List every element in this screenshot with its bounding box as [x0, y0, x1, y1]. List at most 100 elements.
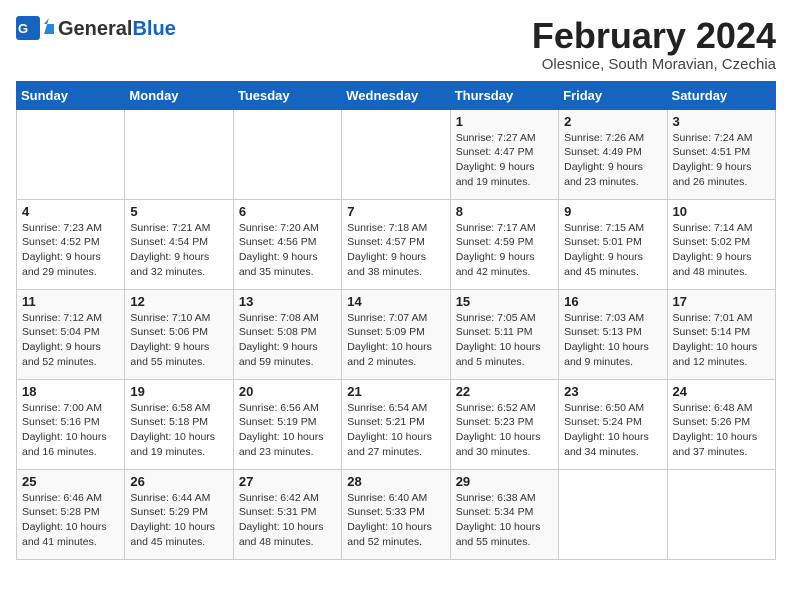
page-header: G GeneralBlue February 2024 Olesnice, So…	[16, 16, 776, 73]
day-number: 20	[239, 384, 336, 399]
day-number: 24	[673, 384, 770, 399]
table-row: 3 Sunrise: 7:24 AM Sunset: 4:51 PM Daylig…	[667, 109, 775, 199]
day-number: 26	[130, 474, 227, 489]
table-row: 11 Sunrise: 7:12 AM Sunset: 5:04 PM Dayli…	[17, 289, 125, 379]
day-info: Sunrise: 7:00 AM Sunset: 5:16 PM Dayligh…	[22, 401, 119, 460]
col-saturday: Saturday	[667, 81, 775, 109]
day-number: 14	[347, 294, 444, 309]
day-info: Sunrise: 7:07 AM Sunset: 5:09 PM Dayligh…	[347, 311, 444, 370]
calendar-week-row: 25 Sunrise: 6:46 AM Sunset: 5:28 PM Dayli…	[17, 469, 776, 559]
table-row: 26 Sunrise: 6:44 AM Sunset: 5:29 PM Dayli…	[125, 469, 233, 559]
day-info: Sunrise: 6:48 AM Sunset: 5:26 PM Dayligh…	[673, 401, 770, 460]
day-info: Sunrise: 6:44 AM Sunset: 5:29 PM Dayligh…	[130, 491, 227, 550]
col-tuesday: Tuesday	[233, 81, 341, 109]
table-row: 25 Sunrise: 6:46 AM Sunset: 5:28 PM Dayli…	[17, 469, 125, 559]
table-row: 2 Sunrise: 7:26 AM Sunset: 4:49 PM Daylig…	[559, 109, 667, 199]
table-row: 23 Sunrise: 6:50 AM Sunset: 5:24 PM Dayli…	[559, 379, 667, 469]
day-number: 21	[347, 384, 444, 399]
day-info: Sunrise: 7:24 AM Sunset: 4:51 PM Dayligh…	[673, 131, 770, 190]
table-row: 13 Sunrise: 7:08 AM Sunset: 5:08 PM Dayli…	[233, 289, 341, 379]
calendar-header-row: Sunday Monday Tuesday Wednesday Thursday…	[17, 81, 776, 109]
col-wednesday: Wednesday	[342, 81, 450, 109]
table-row: 19 Sunrise: 6:58 AM Sunset: 5:18 PM Dayli…	[125, 379, 233, 469]
day-info: Sunrise: 7:21 AM Sunset: 4:54 PM Dayligh…	[130, 221, 227, 280]
day-info: Sunrise: 7:01 AM Sunset: 5:14 PM Dayligh…	[673, 311, 770, 370]
table-row: 18 Sunrise: 7:00 AM Sunset: 5:16 PM Dayli…	[17, 379, 125, 469]
day-info: Sunrise: 7:10 AM Sunset: 5:06 PM Dayligh…	[130, 311, 227, 370]
day-number: 7	[347, 204, 444, 219]
day-number: 3	[673, 114, 770, 129]
col-friday: Friday	[559, 81, 667, 109]
day-number: 6	[239, 204, 336, 219]
col-sunday: Sunday	[17, 81, 125, 109]
day-number: 13	[239, 294, 336, 309]
calendar-week-row: 4 Sunrise: 7:23 AM Sunset: 4:52 PM Daylig…	[17, 199, 776, 289]
day-info: Sunrise: 7:15 AM Sunset: 5:01 PM Dayligh…	[564, 221, 661, 280]
table-row: 24 Sunrise: 6:48 AM Sunset: 5:26 PM Dayli…	[667, 379, 775, 469]
table-row: 22 Sunrise: 6:52 AM Sunset: 5:23 PM Dayli…	[450, 379, 558, 469]
day-number: 29	[456, 474, 553, 489]
col-thursday: Thursday	[450, 81, 558, 109]
table-row: 28 Sunrise: 6:40 AM Sunset: 5:33 PM Dayli…	[342, 469, 450, 559]
logo-blue: Blue	[132, 18, 175, 40]
table-row: 9 Sunrise: 7:15 AM Sunset: 5:01 PM Daylig…	[559, 199, 667, 289]
day-number: 4	[22, 204, 119, 219]
day-info: Sunrise: 6:50 AM Sunset: 5:24 PM Dayligh…	[564, 401, 661, 460]
day-number: 22	[456, 384, 553, 399]
svg-text:G: G	[18, 21, 28, 36]
table-row: 29 Sunrise: 6:38 AM Sunset: 5:34 PM Dayli…	[450, 469, 558, 559]
day-info: Sunrise: 7:27 AM Sunset: 4:47 PM Dayligh…	[456, 131, 553, 190]
day-number: 2	[564, 114, 661, 129]
calendar-week-row: 18 Sunrise: 7:00 AM Sunset: 5:16 PM Dayli…	[17, 379, 776, 469]
day-number: 8	[456, 204, 553, 219]
table-row: 16Sunrise: 7:03 AM Sunset: 5:13 PM Dayli…	[559, 289, 667, 379]
day-number: 17	[673, 294, 770, 309]
table-row: 27Sunrise: 6:42 AM Sunset: 5:31 PM Dayli…	[233, 469, 341, 559]
table-row	[233, 109, 341, 199]
logo-general: General	[58, 18, 132, 40]
calendar-week-row: 1 Sunrise: 7:27 AM Sunset: 4:47 PM Daylig…	[17, 109, 776, 199]
day-info: Sunrise: 6:58 AM Sunset: 5:18 PM Dayligh…	[130, 401, 227, 460]
day-number: 9	[564, 204, 661, 219]
day-number: 1	[456, 114, 553, 129]
day-info: Sunrise: 7:26 AM Sunset: 4:49 PM Dayligh…	[564, 131, 661, 190]
day-number: 11	[22, 294, 119, 309]
day-info: Sunrise: 7:23 AM Sunset: 4:52 PM Dayligh…	[22, 221, 119, 280]
day-number: 10	[673, 204, 770, 219]
day-info: Sunrise: 7:12 AM Sunset: 5:04 PM Dayligh…	[22, 311, 119, 370]
table-row: 14 Sunrise: 7:07 AM Sunset: 5:09 PM Dayli…	[342, 289, 450, 379]
col-monday: Monday	[125, 81, 233, 109]
table-row: 6Sunrise: 7:20 AM Sunset: 4:56 PM Daylig…	[233, 199, 341, 289]
table-row: 1 Sunrise: 7:27 AM Sunset: 4:47 PM Daylig…	[450, 109, 558, 199]
day-info: Sunrise: 7:14 AM Sunset: 5:02 PM Dayligh…	[673, 221, 770, 280]
day-info: Sunrise: 6:38 AM Sunset: 5:34 PM Dayligh…	[456, 491, 553, 550]
calendar-week-row: 11 Sunrise: 7:12 AM Sunset: 5:04 PM Dayli…	[17, 289, 776, 379]
day-number: 23	[564, 384, 661, 399]
logo: G GeneralBlue	[16, 16, 176, 42]
table-row: 15Sunrise: 7:05 AM Sunset: 5:11 PM Dayli…	[450, 289, 558, 379]
day-number: 16	[564, 294, 661, 309]
day-info: Sunrise: 7:18 AM Sunset: 4:57 PM Dayligh…	[347, 221, 444, 280]
table-row: 20 Sunrise: 6:56 AM Sunset: 5:19 PM Dayli…	[233, 379, 341, 469]
day-info: Sunrise: 6:56 AM Sunset: 5:19 PM Dayligh…	[239, 401, 336, 460]
table-row: 8Sunrise: 7:17 AM Sunset: 4:59 PM Daylig…	[450, 199, 558, 289]
day-number: 18	[22, 384, 119, 399]
day-info: Sunrise: 6:40 AM Sunset: 5:33 PM Dayligh…	[347, 491, 444, 550]
location-subtitle: Olesnice, South Moravian, Czechia	[532, 56, 776, 73]
table-row: 10 Sunrise: 7:14 AM Sunset: 5:02 PM Dayli…	[667, 199, 775, 289]
day-info: Sunrise: 6:46 AM Sunset: 5:28 PM Dayligh…	[22, 491, 119, 550]
day-number: 5	[130, 204, 227, 219]
table-row	[17, 109, 125, 199]
day-number: 19	[130, 384, 227, 399]
table-row: 12Sunrise: 7:10 AM Sunset: 5:06 PM Dayli…	[125, 289, 233, 379]
table-row: 17 Sunrise: 7:01 AM Sunset: 5:14 PM Dayli…	[667, 289, 775, 379]
day-info: Sunrise: 6:52 AM Sunset: 5:23 PM Dayligh…	[456, 401, 553, 460]
calendar-table: Sunday Monday Tuesday Wednesday Thursday…	[16, 81, 776, 560]
day-info: Sunrise: 7:05 AM Sunset: 5:11 PM Dayligh…	[456, 311, 553, 370]
table-row: 21Sunrise: 6:54 AM Sunset: 5:21 PM Dayli…	[342, 379, 450, 469]
day-info: Sunrise: 7:08 AM Sunset: 5:08 PM Dayligh…	[239, 311, 336, 370]
day-number: 28	[347, 474, 444, 489]
day-number: 25	[22, 474, 119, 489]
table-row	[125, 109, 233, 199]
table-row: 4 Sunrise: 7:23 AM Sunset: 4:52 PM Daylig…	[17, 199, 125, 289]
